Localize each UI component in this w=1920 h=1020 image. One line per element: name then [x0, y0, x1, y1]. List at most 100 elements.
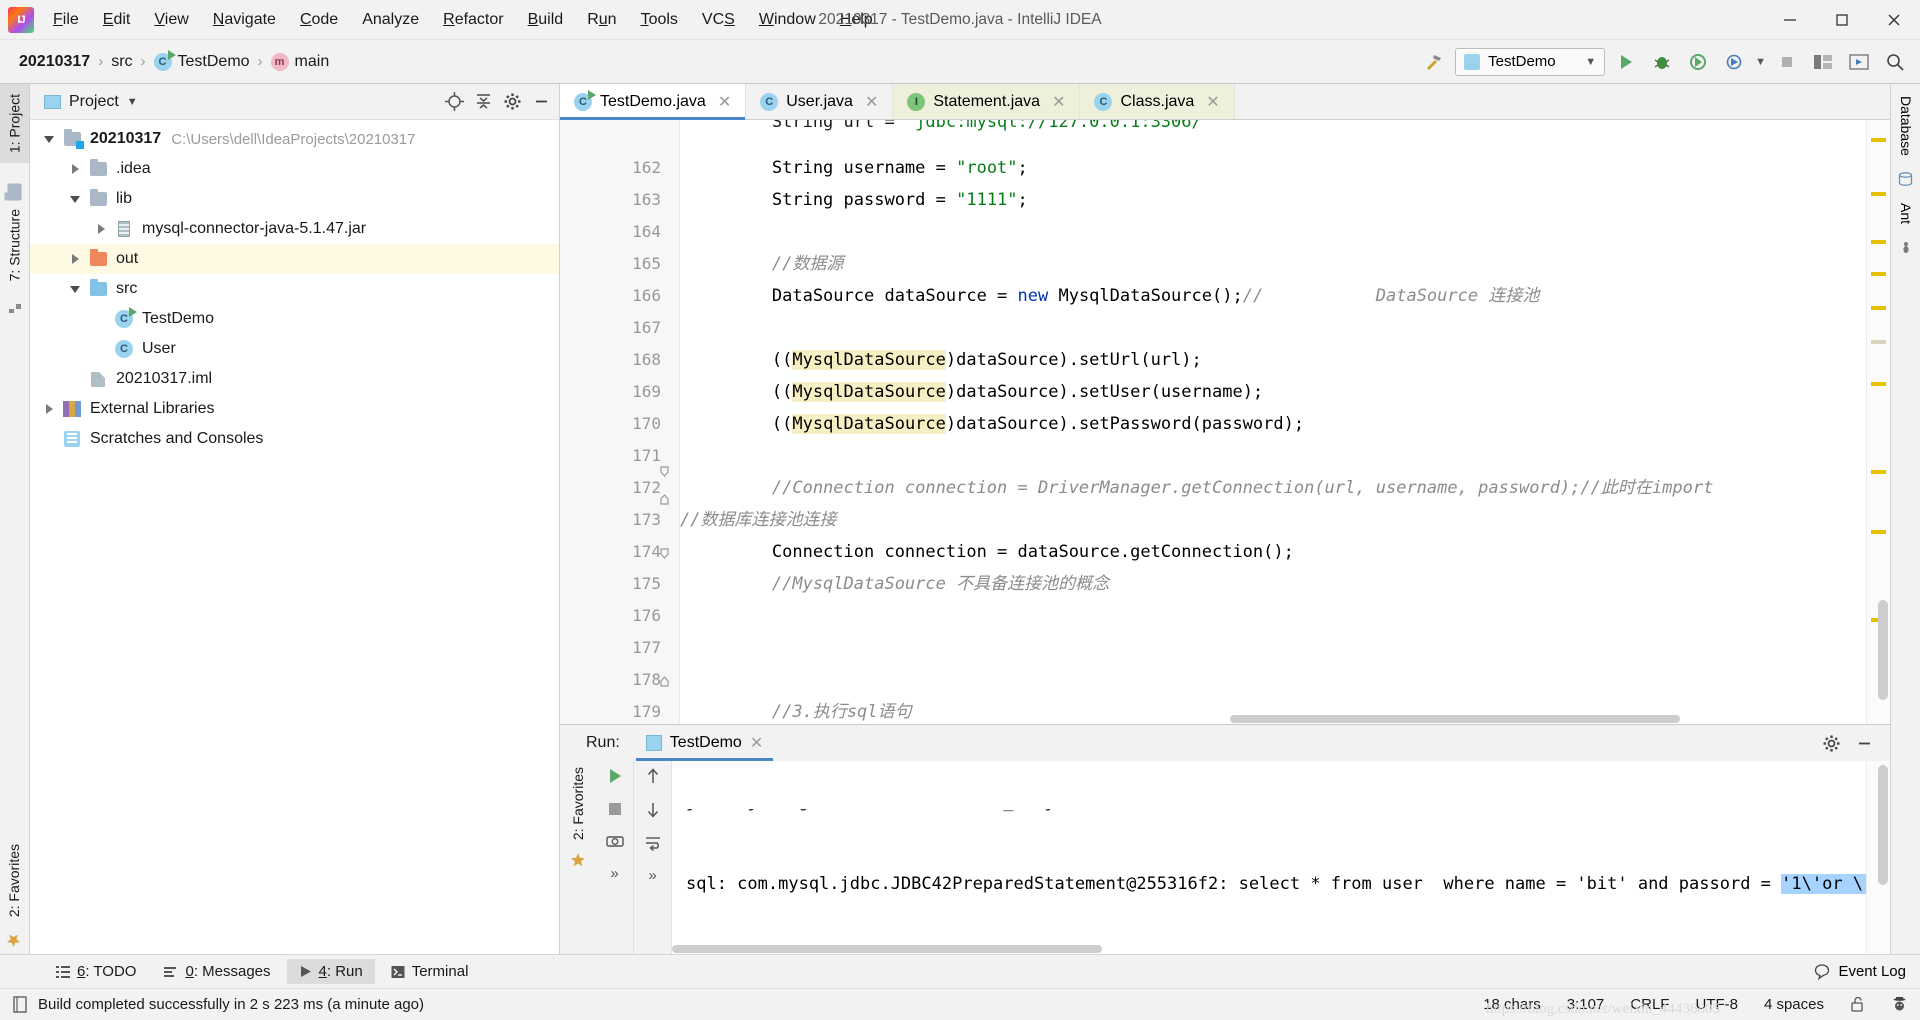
code-line-175[interactable]: //MysqlDataSource 不具备连接池的概念: [680, 568, 1866, 600]
search-icon[interactable]: [1880, 47, 1910, 77]
code-line-173[interactable]: //数据库连接池连接: [680, 504, 1866, 536]
expand-arrow-right-icon[interactable]: [90, 224, 112, 234]
maximize-button[interactable]: [1816, 0, 1868, 40]
code-folding-column[interactable]: [657, 120, 679, 724]
tree-item-iml[interactable]: 20210317.iml: [30, 364, 559, 394]
stripe-mark[interactable]: [1871, 382, 1886, 386]
tree-item-idea[interactable]: .idea: [30, 154, 559, 184]
console-vertical-scrollbar[interactable]: [1878, 765, 1888, 885]
chevron-down-icon[interactable]: ▼: [127, 96, 138, 108]
tab-user-java[interactable]: C User.java ✕: [746, 84, 893, 119]
close-icon[interactable]: ✕: [865, 92, 878, 112]
stripe-mark[interactable]: [1871, 272, 1886, 276]
debug-button[interactable]: [1647, 47, 1677, 77]
code-line-172[interactable]: //Connection connection = DriverManager.…: [680, 472, 1866, 504]
breadcrumb-item-project[interactable]: 20210317: [14, 50, 95, 74]
menu-analyze[interactable]: Analyze: [351, 6, 430, 34]
minimize-icon[interactable]: [1855, 734, 1874, 753]
tree-item-external-libraries[interactable]: External Libraries: [30, 394, 559, 424]
hector-icon[interactable]: [1891, 996, 1908, 1013]
close-icon[interactable]: ✕: [1206, 92, 1219, 112]
menu-navigate[interactable]: Navigate: [202, 6, 287, 34]
menu-run[interactable]: Run: [576, 6, 627, 34]
tree-item-testdemo[interactable]: C TestDemo: [30, 304, 559, 334]
breadcrumb-item-testdemo[interactable]: C TestDemo: [149, 50, 255, 74]
code-line-164[interactable]: [680, 216, 1866, 248]
stop-icon[interactable]: [607, 801, 623, 817]
bottom-tab-terminal[interactable]: Terminal: [379, 959, 481, 984]
run-console-output[interactable]: java -javaagent:C:\...\lib\idea_rt.jar=.…: [672, 761, 1866, 954]
status-line-separator[interactable]: CRLF: [1630, 996, 1669, 1013]
arrow-up-icon[interactable]: [645, 767, 661, 785]
menu-build[interactable]: Build: [517, 6, 575, 34]
profile-button[interactable]: [1719, 47, 1749, 77]
minimize-button[interactable]: [1764, 0, 1816, 40]
run-configuration-selector[interactable]: TestDemo ▼: [1455, 48, 1605, 76]
console-horizontal-scrollbar[interactable]: [672, 945, 1102, 953]
code-line-178[interactable]: [680, 664, 1866, 696]
run-with-coverage-button[interactable]: [1683, 47, 1713, 77]
console-stripe[interactable]: [1866, 761, 1890, 954]
expand-arrow-right-icon[interactable]: [64, 164, 86, 174]
stop-button[interactable]: [1772, 47, 1802, 77]
hide-icon[interactable]: [532, 92, 551, 111]
menu-view[interactable]: View: [143, 6, 199, 34]
code-line-177[interactable]: [680, 632, 1866, 664]
tree-item-out[interactable]: out: [30, 244, 559, 274]
bottom-tab-todo[interactable]: 6: TODO: [44, 959, 148, 984]
tab-statement-java[interactable]: I Statement.java ✕: [893, 84, 1080, 119]
stripe-mark[interactable]: [1871, 530, 1886, 534]
code-line-166[interactable]: DataSource dataSource = new MysqlDataSou…: [680, 280, 1866, 312]
status-indent[interactable]: 4 spaces: [1764, 996, 1824, 1013]
console-scrollbar-track[interactable]: [672, 942, 1866, 954]
sidebar-tab-favorites[interactable]: 2: Favorites: [0, 834, 28, 927]
close-button[interactable]: [1868, 0, 1920, 40]
more-actions-icon[interactable]: »: [610, 865, 618, 882]
locate-icon[interactable]: [445, 92, 464, 111]
editor-horizontal-scrollbar-track[interactable]: [800, 712, 1842, 724]
code-line-165[interactable]: //数据源: [680, 248, 1866, 280]
fold-marker-icon[interactable]: [659, 676, 670, 687]
bottom-tab-messages[interactable]: 0: Messages: [152, 959, 282, 984]
sidebar-tab-database[interactable]: Database: [1891, 84, 1920, 168]
project-tree[interactable]: 20210317 C:\Users\dell\IdeaProjects\2021…: [30, 120, 559, 954]
unlocked-icon[interactable]: [1850, 996, 1865, 1013]
menu-refactor[interactable]: Refactor: [432, 6, 514, 34]
expand-arrow-down-icon[interactable]: [64, 196, 86, 203]
tab-testdemo-java[interactable]: C TestDemo.java ✕: [560, 84, 746, 119]
tree-item-20210317[interactable]: 20210317 C:\Users\dell\IdeaProjects\2021…: [30, 124, 559, 154]
menu-file[interactable]: File: [42, 6, 90, 34]
updates-button[interactable]: [1844, 47, 1874, 77]
tab-class-java[interactable]: C Class.java ✕: [1080, 84, 1234, 119]
stripe-mark[interactable]: [1871, 470, 1886, 474]
arrow-down-icon[interactable]: [645, 801, 661, 819]
menu-vcs[interactable]: VCS: [691, 6, 746, 34]
code-content[interactable]: String url = "jdbc:mysql://127.0.0.1:330…: [680, 120, 1866, 724]
breadcrumb-item-src[interactable]: src: [106, 50, 137, 74]
sidebar-tab-project[interactable]: 1: Project: [0, 84, 29, 163]
tree-item-lib[interactable]: lib: [30, 184, 559, 214]
stripe-mark[interactable]: [1871, 306, 1886, 310]
code-line-170[interactable]: ((MysqlDataSource)dataSource).setPasswor…: [680, 408, 1866, 440]
expand-arrow-down-icon[interactable]: [38, 136, 60, 143]
print-icon[interactable]: [606, 833, 624, 849]
code-line-176[interactable]: [680, 600, 1866, 632]
close-icon[interactable]: ✕: [750, 733, 763, 753]
tree-item-scratches[interactable]: Scratches and Consoles: [30, 424, 559, 454]
gear-icon[interactable]: [503, 92, 522, 111]
sidebar-tab-structure[interactable]: 7: Structure: [0, 199, 29, 291]
stripe-mark[interactable]: [1871, 192, 1886, 196]
favorites-star-icon[interactable]: [570, 852, 586, 868]
tree-item-mysql-connector-jar[interactable]: mysql-connector-java-5.1.47.jar: [30, 214, 559, 244]
bottom-tab-run[interactable]: 4: Run: [287, 959, 375, 984]
editor-horizontal-scrollbar[interactable]: [1230, 715, 1680, 723]
code-editor[interactable]: 162 163 164 165 166 167 168 169 170 171 …: [560, 120, 1890, 724]
stripe-mark[interactable]: [1871, 340, 1886, 344]
menu-help[interactable]: Help: [829, 6, 884, 34]
code-line-171[interactable]: [680, 440, 1866, 472]
fold-marker-icon[interactable]: [659, 494, 670, 505]
expand-arrow-right-icon[interactable]: [38, 404, 60, 414]
close-icon[interactable]: ✕: [718, 92, 731, 112]
code-line-167[interactable]: [680, 312, 1866, 344]
expand-arrow-right-icon[interactable]: [64, 254, 86, 264]
